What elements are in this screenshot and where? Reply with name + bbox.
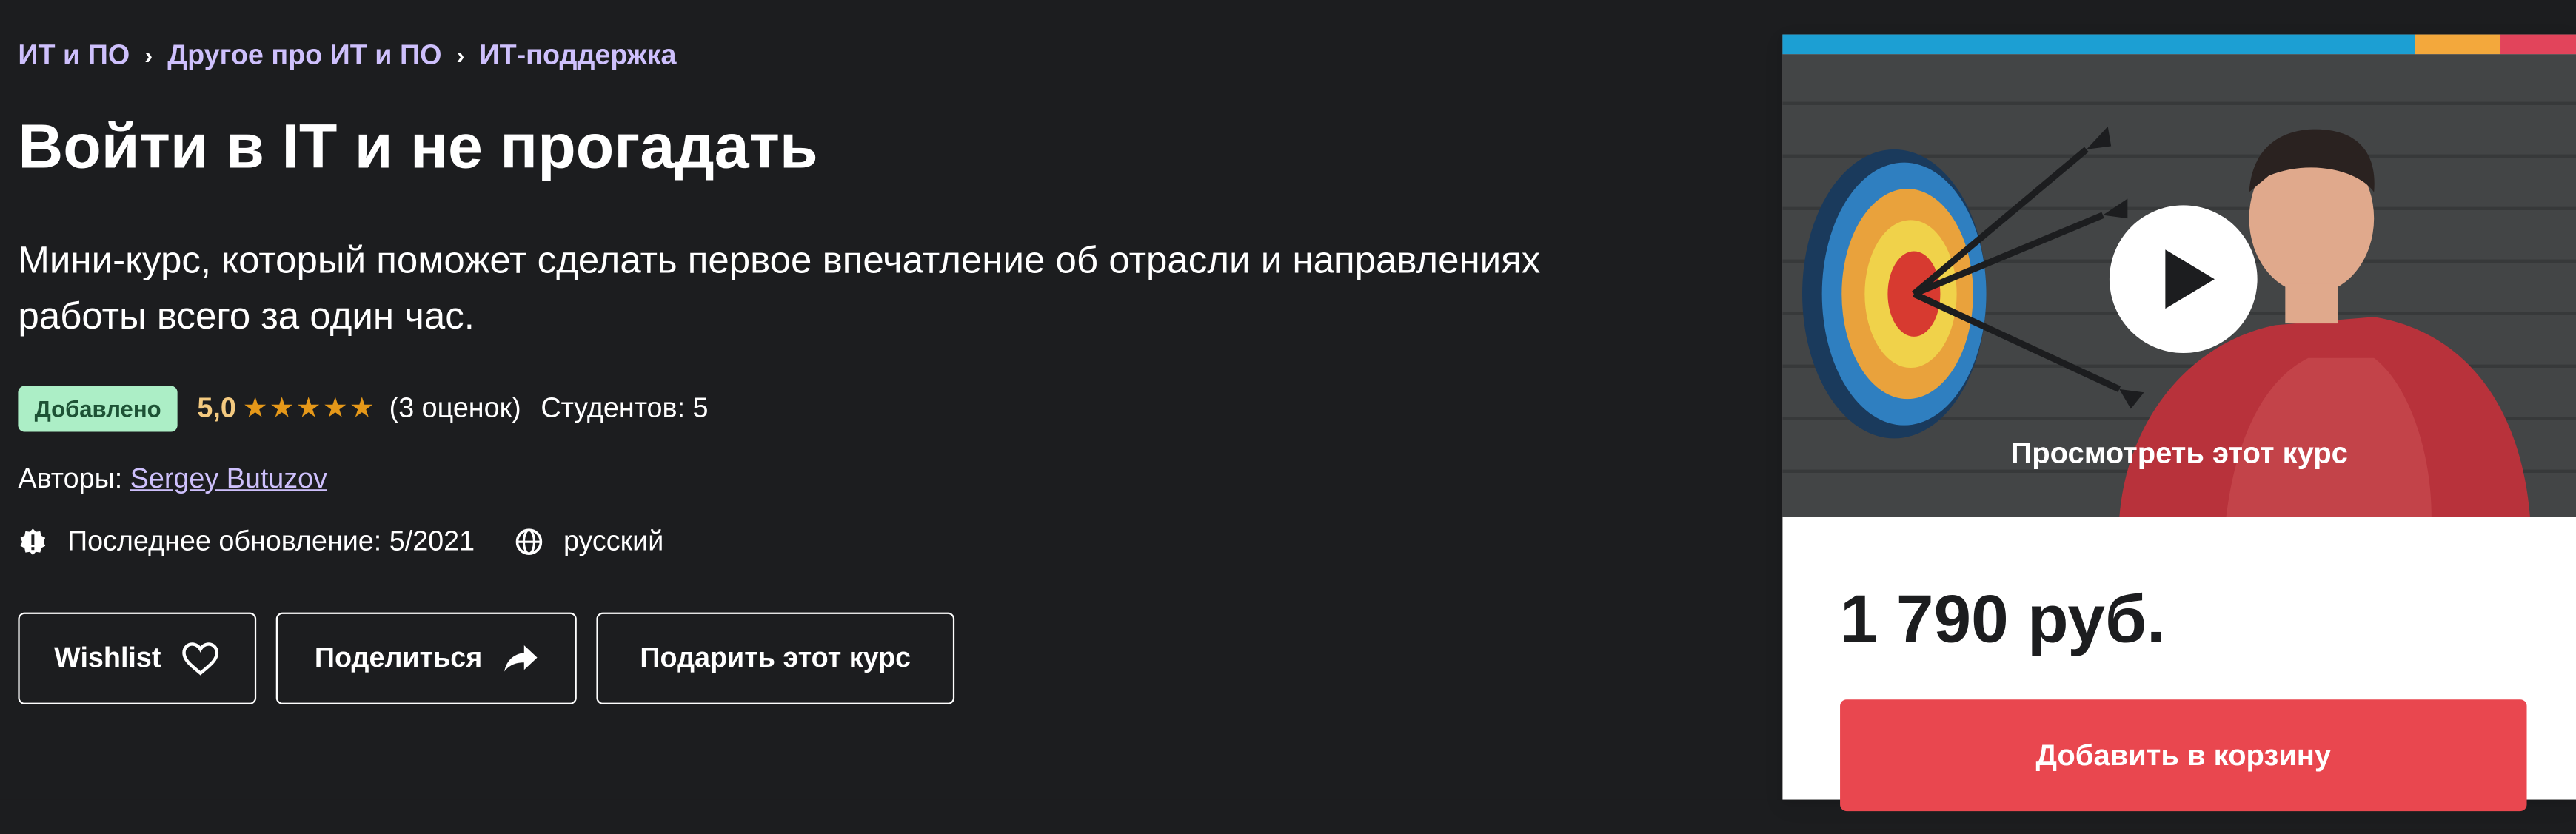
chevron-right-icon: ›: [456, 41, 465, 70]
breadcrumb-item-support[interactable]: ИТ-поддержка: [479, 39, 676, 72]
gift-course-button[interactable]: Подарить этот курс: [596, 612, 955, 704]
wishlist-label: Wishlist: [54, 642, 161, 673]
share-label: Поделиться: [314, 642, 483, 673]
ratings-count-link[interactable]: (3 оценок): [389, 392, 521, 425]
course-hero: ИТ и ПО › Другое про ИТ и ПО › ИТ-поддер…: [0, 0, 2576, 834]
purchase-card: Просмотреть этот курс 1 790 руб. Добавит…: [1782, 34, 2576, 834]
wishlist-button[interactable]: Wishlist: [18, 612, 257, 704]
course-subtitle: Мини-курс, который поможет сделать перво…: [18, 238, 1541, 337]
gift-course-label: Подарить этот курс: [640, 642, 911, 673]
buy-now-button-edge: [1840, 829, 2527, 834]
course-preview-video[interactable]: Просмотреть этот курс: [1782, 54, 2576, 517]
last-update: Последнее обновление: 5/2021: [67, 525, 475, 557]
breadcrumb-item-other[interactable]: Другое про ИТ и ПО: [167, 39, 441, 72]
preview-label: Просмотреть этот курс: [2010, 437, 2348, 470]
course-info-row: Последнее обновление: 5/2021 русский: [18, 525, 703, 558]
authors-label: Авторы:: [18, 463, 123, 494]
share-button[interactable]: Поделиться: [275, 612, 577, 704]
globe-icon: [515, 528, 543, 555]
course-language: русский: [563, 525, 664, 557]
add-to-cart-button[interactable]: Добавить в корзину: [1840, 699, 2527, 812]
action-buttons: Wishlist Поделиться Подарить этот курс: [18, 612, 955, 704]
authors: Авторы: Sergey Butuzov: [18, 463, 327, 496]
chevron-right-icon: ›: [144, 41, 153, 70]
heart-icon: [182, 642, 219, 676]
breadcrumb-item-it[interactable]: ИТ и ПО: [18, 39, 130, 72]
rating-value: 5,0: [197, 392, 236, 424]
author-link[interactable]: Sergey Butuzov: [130, 463, 327, 494]
students-count: Студентов: 5: [541, 392, 709, 424]
alert-badge-icon: [20, 528, 46, 556]
card-color-stripe: [1782, 34, 2576, 55]
breadcrumb: ИТ и ПО › Другое про ИТ и ПО › ИТ-поддер…: [18, 39, 676, 72]
rating-stars-icon: ★★★★★: [242, 392, 376, 424]
rating-row: Добавлено 5,0 ★★★★★ (3 оценок) Студентов…: [18, 386, 709, 432]
course-price: 1 790 руб.: [1840, 581, 2166, 657]
course-title: Войти в IT и не прогадать: [18, 113, 818, 183]
status-badge: Добавлено: [18, 386, 178, 432]
page-scale: ИТ и ПО › Другое про ИТ и ПО › ИТ-поддер…: [0, 0, 2576, 834]
play-button-icon[interactable]: [2109, 205, 2258, 354]
share-arrow-icon: [504, 645, 537, 672]
